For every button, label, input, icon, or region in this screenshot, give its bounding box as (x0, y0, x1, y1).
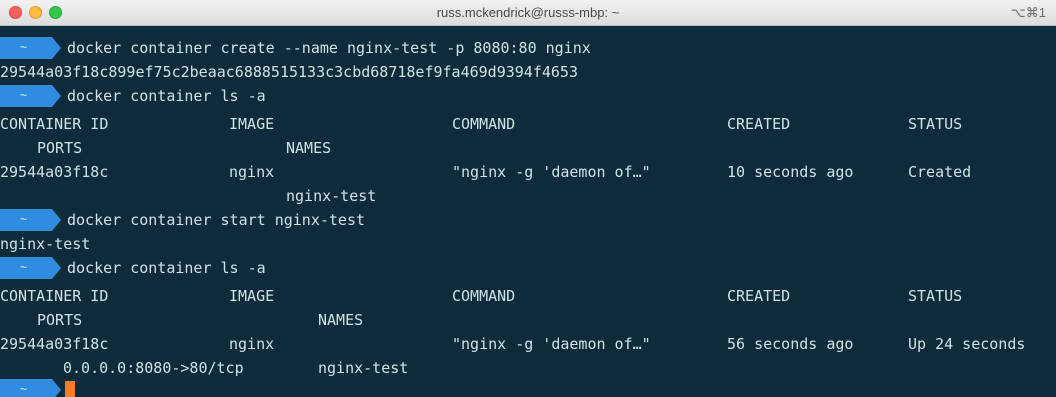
header-container-id: CONTAINER ID (0, 115, 109, 133)
command-text: docker container start nginx-test (67, 211, 366, 229)
header-command: COMMAND (452, 115, 516, 133)
prompt-segment-icon (0, 257, 61, 279)
command-text: docker container ls -a (67, 259, 266, 277)
header-command: COMMAND (452, 287, 516, 305)
table-row: 0.0.0.0:8080->80/tcp nginx-test (0, 356, 1056, 380)
header-created: CREATED (727, 115, 791, 133)
output-line: nginx-test (0, 232, 90, 256)
prompt-segment-icon (0, 37, 61, 59)
header-container-id: CONTAINER ID (0, 287, 109, 305)
header-image: IMAGE (229, 287, 275, 305)
header-status: STATUS (908, 115, 963, 133)
table-row: 29544a03f18c nginx "nginx -g 'daemon of…… (0, 332, 1056, 356)
cell-names: nginx-test (318, 359, 409, 377)
command-text: docker container create --name nginx-tes… (67, 39, 591, 57)
cell-created: 56 seconds ago (727, 335, 854, 353)
text-cursor (65, 381, 75, 397)
active-prompt-line[interactable]: ~ (0, 378, 75, 397)
cell-image: nginx (229, 163, 275, 181)
cell-container-id: 29544a03f18c (0, 335, 109, 353)
prompt-symbol: ~ (20, 382, 28, 396)
prompt-segment-icon (0, 209, 61, 231)
container-hash: 29544a03f18c899ef75c2beaac6888515133c3cb… (0, 63, 578, 81)
cell-created: 10 seconds ago (727, 163, 854, 181)
table-header: PORTS NAMES (0, 308, 1056, 332)
prompt-line: ~ docker container create --name nginx-t… (0, 36, 591, 60)
prompt-segment-icon (0, 85, 61, 107)
header-names: NAMES (286, 139, 332, 157)
cell-command: "nginx -g 'daemon of…" (452, 163, 651, 181)
window-title: russ.mckendrick@russs-mbp: ~ (436, 5, 620, 20)
cell-status: Created (908, 163, 972, 181)
prompt-line: ~ docker container ls -a (0, 256, 266, 280)
prompt-symbol: ~ (20, 260, 28, 274)
prompt-symbol: ~ (20, 212, 28, 226)
cell-command: "nginx -g 'daemon of…" (452, 335, 651, 353)
header-ports: PORTS (37, 139, 83, 157)
terminal-window: russ.mckendrick@russs-mbp: ~ ⌥⌘1 ~ docke… (0, 0, 1056, 397)
prompt-segment-icon (0, 379, 61, 397)
terminal-content[interactable]: ~ docker container create --name nginx-t… (0, 26, 1056, 397)
cell-status: Up 24 seconds (908, 335, 1026, 353)
header-created: CREATED (727, 287, 791, 305)
cell-names: nginx-test (286, 187, 377, 205)
prompt-symbol: ~ (20, 88, 28, 102)
table-row: 29544a03f18c nginx "nginx -g 'daemon of…… (0, 160, 1056, 184)
output-line: 29544a03f18c899ef75c2beaac6888515133c3cb… (0, 60, 578, 84)
header-ports: PORTS (37, 311, 83, 329)
cell-ports: 0.0.0.0:8080->80/tcp (63, 359, 244, 377)
table-header: PORTS NAMES (0, 136, 1056, 160)
header-names: NAMES (318, 311, 364, 329)
window-shortcut: ⌥⌘1 (1010, 5, 1046, 20)
table-row: nginx-test (0, 184, 1056, 208)
prompt-line: ~ docker container ls -a (0, 84, 266, 108)
cell-container-id: 29544a03f18c (0, 163, 109, 181)
cell-image: nginx (229, 335, 275, 353)
table-header: CONTAINER ID IMAGE COMMAND CREATED STATU… (0, 112, 1056, 136)
start-output: nginx-test (0, 235, 91, 253)
prompt-symbol: ~ (20, 40, 28, 54)
prompt-line: ~ docker container start nginx-test (0, 208, 365, 232)
header-status: STATUS (908, 287, 963, 305)
header-image: IMAGE (229, 115, 275, 133)
title-bar[interactable]: russ.mckendrick@russs-mbp: ~ ⌥⌘1 (0, 0, 1056, 26)
command-text: docker container ls -a (67, 87, 266, 105)
table-header: CONTAINER ID IMAGE COMMAND CREATED STATU… (0, 284, 1056, 308)
